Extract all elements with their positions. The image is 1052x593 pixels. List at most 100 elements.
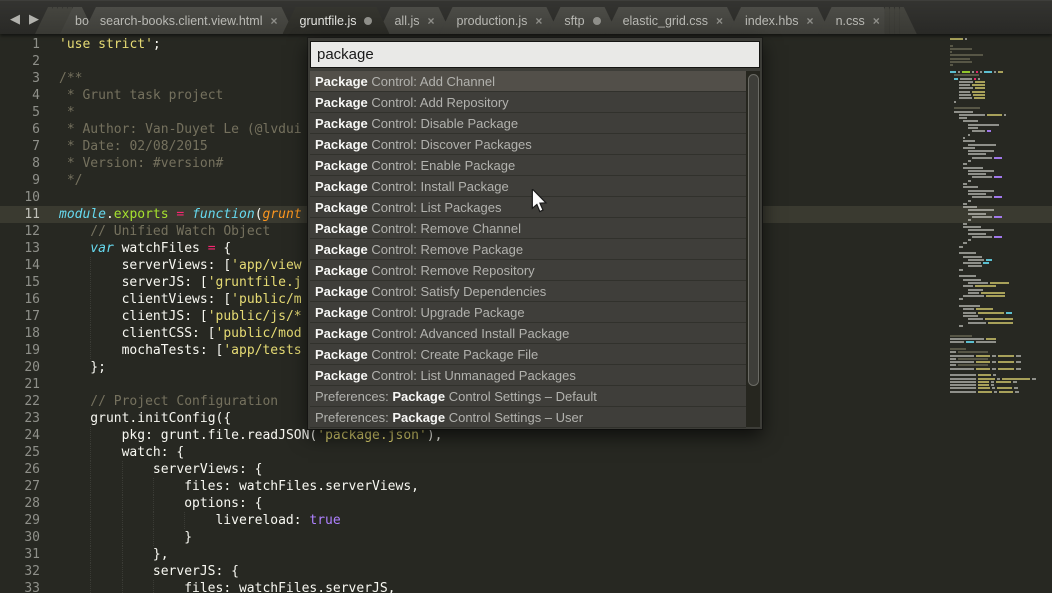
palette-item[interactable]: Package Control: Disable Package — [310, 113, 746, 134]
tab-all.js[interactable]: all.js× — [377, 7, 451, 34]
code-line[interactable]: 29 livereload: true — [0, 512, 1052, 529]
palette-item[interactable]: Package Control: Upgrade Package — [310, 302, 746, 323]
code-text[interactable]: pkg: grunt.file.readJSON('package.json')… — [49, 427, 443, 444]
code-text[interactable]: watch: { — [49, 444, 184, 461]
code-line[interactable]: 33 files: watchFiles.serverJS, — [0, 580, 1052, 593]
minimap[interactable] — [946, 38, 1052, 593]
tab-close-icon[interactable]: × — [873, 14, 880, 28]
minimap-line — [968, 292, 1052, 294]
code-text[interactable]: * Grunt task project — [49, 87, 223, 104]
tab-sftp[interactable]: sftp — [547, 7, 617, 34]
minimap-line — [946, 272, 1052, 274]
palette-scrollbar-thumb[interactable] — [748, 74, 759, 386]
code-line[interactable]: 32 serverJS: { — [0, 563, 1052, 580]
code-text[interactable]: * Date: 02/08/2015 — [49, 138, 208, 155]
code-line[interactable]: 28 options: { — [0, 495, 1052, 512]
palette-item[interactable]: Package Control: Install Package — [310, 176, 746, 197]
code-text[interactable]: module.exports = function(grunt — [49, 206, 302, 223]
tab-production.js[interactable]: production.js× — [440, 7, 560, 34]
minimap-line — [963, 223, 1052, 225]
tab-gruntfile.js[interactable]: gruntfile.js — [283, 7, 390, 34]
palette-item-text: Package — [315, 200, 368, 215]
palette-item[interactable]: Package Control: Create Package File — [310, 344, 746, 365]
palette-item[interactable]: Package Control: Remove Repository — [310, 260, 746, 281]
tab-close-icon[interactable]: × — [428, 14, 435, 28]
tab-close-icon[interactable]: × — [807, 14, 814, 28]
palette-item[interactable]: Package Control: Add Repository — [310, 92, 746, 113]
code-text[interactable]: clientCSS: ['public/mod — [49, 325, 302, 342]
code-text[interactable]: }; — [49, 359, 106, 376]
minimap-line — [968, 190, 1052, 192]
code-text[interactable]: var watchFiles = { — [49, 240, 231, 257]
code-text[interactable]: } — [49, 529, 192, 546]
back-icon[interactable]: ◀ — [10, 12, 20, 25]
palette-item-text: Package — [315, 74, 368, 89]
minimap-line — [963, 226, 1052, 228]
palette-item[interactable]: Package Control: List Packages — [310, 197, 746, 218]
code-text[interactable]: mochaTests: ['app/tests — [49, 342, 302, 359]
forward-icon[interactable]: ▶ — [29, 12, 39, 25]
code-line[interactable]: 26 serverViews: { — [0, 461, 1052, 478]
palette-item[interactable]: Package Control: Remove Channel — [310, 218, 746, 239]
palette-item[interactable]: Package Control: Advanced Install Packag… — [310, 323, 746, 344]
tab-elastic_grid.css[interactable]: elastic_grid.css× — [606, 7, 740, 34]
palette-item[interactable]: Package Control: Remove Package — [310, 239, 746, 260]
code-text[interactable]: files: watchFiles.serverViews, — [49, 478, 419, 495]
palette-item[interactable]: Package Control: List Unmanaged Packages — [310, 365, 746, 386]
minimap-line — [968, 193, 1052, 195]
code-text[interactable]: // Project Configuration — [49, 393, 278, 410]
code-text[interactable]: serverViews: ['app/view — [49, 257, 302, 274]
code-text[interactable]: clientViews: ['public/m — [49, 291, 302, 308]
code-line[interactable]: 31 }, — [0, 546, 1052, 563]
code-text[interactable]: options: { — [49, 495, 262, 512]
code-text[interactable]: serverJS: { — [49, 563, 239, 580]
minimap-line — [950, 358, 1052, 360]
tab-label: bo — [75, 14, 89, 28]
code-text[interactable] — [49, 376, 59, 393]
code-line[interactable]: 27 files: watchFiles.serverViews, — [0, 478, 1052, 495]
tab-close-icon[interactable]: × — [535, 14, 542, 28]
palette-item[interactable]: Package Control: Discover Packages — [310, 134, 746, 155]
tab-search-books.client.view.html[interactable]: search-books.client.view.html× — [83, 7, 295, 34]
code-text[interactable]: * Version: #version# — [49, 155, 223, 172]
code-text[interactable]: // Unified Watch Object — [49, 223, 270, 240]
palette-item[interactable]: Package Control: Satisfy Dependencies — [310, 281, 746, 302]
code-text[interactable]: /** — [49, 70, 82, 87]
code-text[interactable]: */ — [49, 172, 82, 189]
minimap-line — [950, 54, 1052, 56]
code-text[interactable]: * Author: Van-Duyet Le (@lvdui — [49, 121, 302, 138]
palette-item[interactable]: Package Control: Enable Package — [310, 155, 746, 176]
minimap-line — [968, 153, 1052, 155]
minimap-line — [946, 249, 1052, 251]
code-text[interactable]: files: watchFiles.serverJS, — [49, 580, 396, 593]
tab-index.hbs[interactable]: index.hbs× — [728, 7, 831, 34]
minimap-line — [968, 318, 1052, 320]
tab-close-icon[interactable]: × — [716, 14, 723, 28]
minimap-line — [950, 348, 1052, 350]
palette-item[interactable]: Package Control: Add Channel — [310, 71, 746, 92]
palette-item[interactable]: Preferences: Package Control Settings – … — [310, 407, 746, 428]
tab-stack-right[interactable] — [897, 0, 917, 34]
palette-item[interactable]: Preferences: Package Control Settings – … — [310, 386, 746, 407]
code-text[interactable]: livereload: true — [49, 512, 341, 529]
tab-close-icon[interactable]: × — [270, 14, 277, 28]
code-text[interactable]: 'use strict'; — [49, 36, 161, 53]
minimap-line — [968, 219, 1052, 221]
minimap-line — [963, 256, 1052, 258]
code-text[interactable]: serverViews: { — [49, 461, 262, 478]
code-text[interactable]: grunt.initConfig({ — [49, 410, 231, 427]
code-text[interactable]: * — [49, 104, 75, 121]
command-palette-input[interactable] — [310, 41, 760, 68]
code-line[interactable]: 24 pkg: grunt.file.readJSON('package.jso… — [0, 427, 1052, 444]
palette-scrollbar-track[interactable] — [746, 71, 760, 427]
code-text[interactable] — [49, 53, 59, 70]
code-text[interactable]: serverJS: ['gruntfile.j — [49, 274, 302, 291]
palette-item-text: Package — [315, 137, 368, 152]
code-text[interactable]: clientJS: ['public/js/* — [49, 308, 302, 325]
code-text[interactable] — [49, 189, 59, 206]
minimap-line — [963, 120, 1052, 122]
code-line[interactable]: 30 } — [0, 529, 1052, 546]
code-text[interactable]: }, — [49, 546, 169, 563]
line-number: 5 — [0, 104, 49, 121]
code-line[interactable]: 25 watch: { — [0, 444, 1052, 461]
